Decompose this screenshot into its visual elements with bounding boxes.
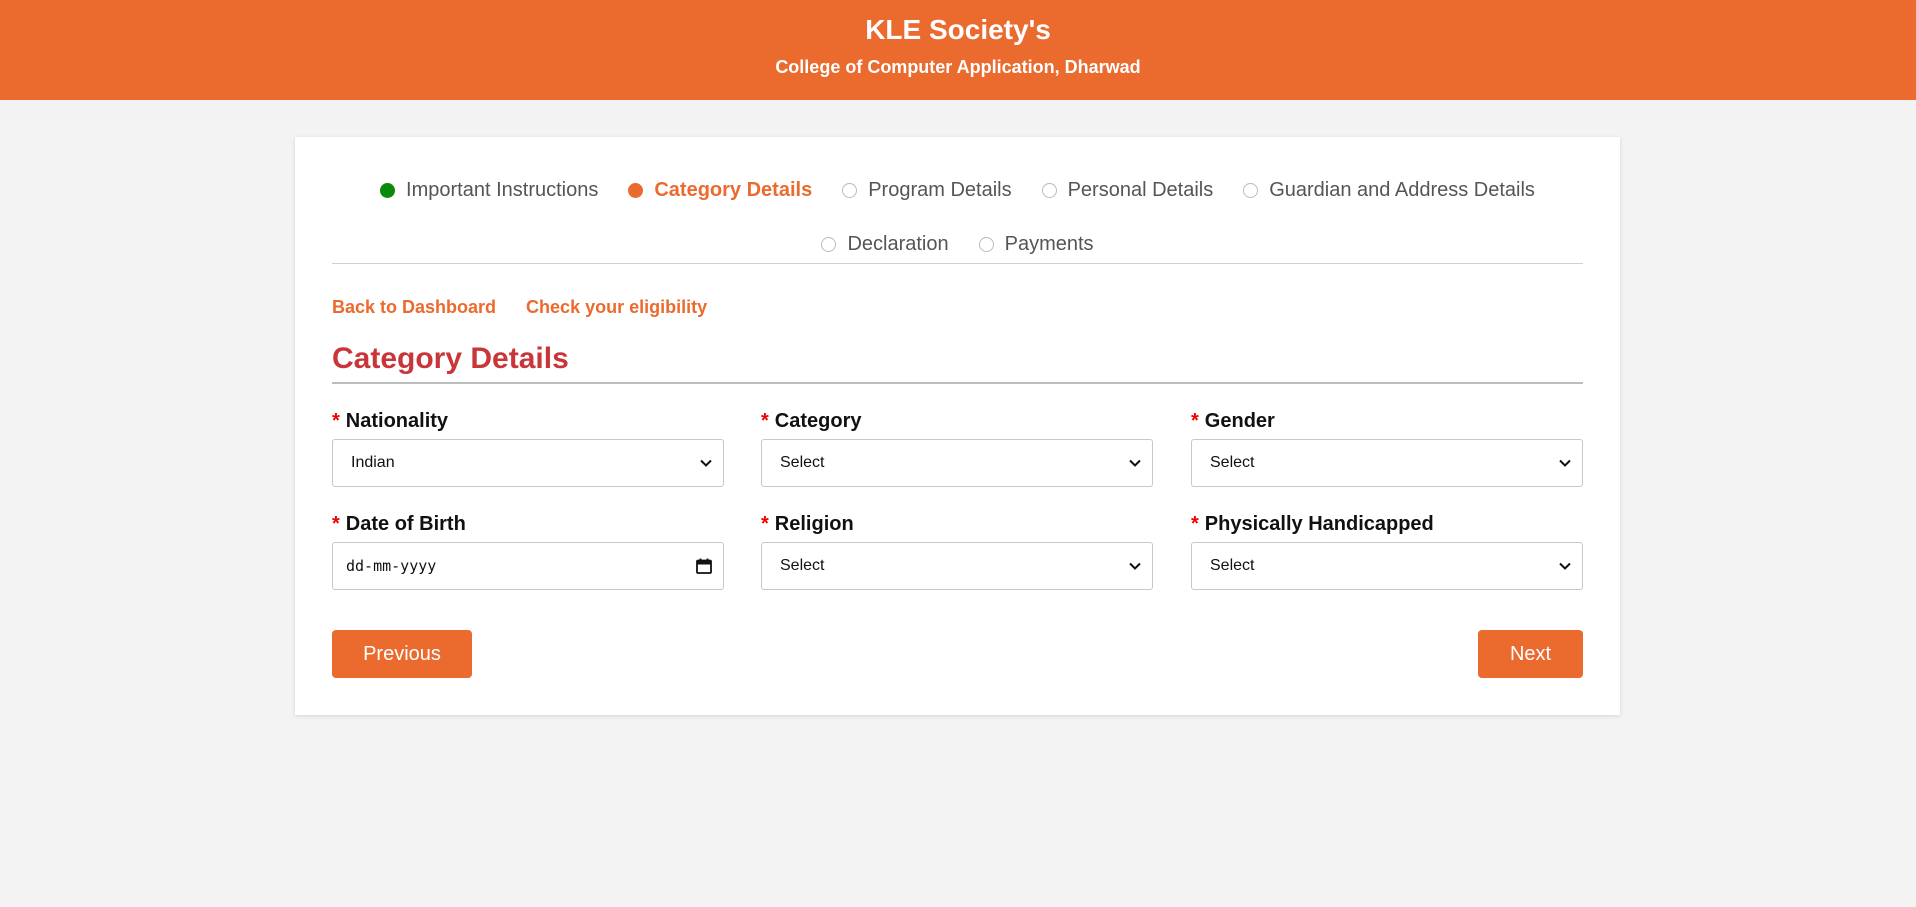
- chevron-down-icon: [1559, 459, 1571, 467]
- category-label-text: Category: [774, 410, 862, 432]
- physically-handicapped-label-text: Physically Handicapped: [1204, 513, 1434, 535]
- category-label: * Category: [761, 409, 1153, 433]
- quick-links: Back to Dashboard Check your eligibility: [332, 297, 737, 318]
- nationality-label: * Nationality: [332, 409, 724, 433]
- step-label: Program Details: [868, 178, 1012, 201]
- dob-placeholder: dd-mm-yyyy: [346, 557, 437, 575]
- step-label: Payments: [1004, 232, 1094, 255]
- religion-label-text: Religion: [774, 513, 854, 535]
- required-mark: *: [1191, 513, 1199, 535]
- step-important-instructions[interactable]: Important Instructions: [380, 179, 598, 202]
- step-declaration[interactable]: Declaration: [821, 232, 949, 256]
- dob-label-text: Date of Birth: [345, 513, 466, 535]
- step-done-icon: [380, 182, 396, 198]
- calendar-icon[interactable]: [695, 557, 713, 575]
- step-program-details[interactable]: Program Details: [842, 178, 1012, 202]
- religion-label: * Religion: [761, 512, 1153, 536]
- step-guardian-address-details[interactable]: Guardian and Address Details: [1243, 179, 1535, 202]
- chevron-down-icon: [700, 459, 712, 467]
- physically-handicapped-select[interactable]: Select: [1191, 542, 1583, 590]
- step-category-details[interactable]: Category Details: [628, 179, 812, 202]
- nationality-select[interactable]: Indian: [332, 439, 724, 487]
- chevron-down-icon: [1129, 562, 1141, 570]
- nationality-label-text: Nationality: [345, 410, 449, 432]
- step-pending-icon: [978, 236, 994, 252]
- form-card: Important Instructions Category Details …: [295, 137, 1620, 715]
- date-of-birth-input[interactable]: dd-mm-yyyy: [332, 542, 724, 590]
- required-mark: *: [332, 410, 340, 432]
- step-label: Personal Details: [1067, 178, 1214, 201]
- steps-divider: [332, 263, 1583, 264]
- back-to-dashboard-link[interactable]: Back to Dashboard: [332, 297, 496, 318]
- nationality-value: Indian: [351, 454, 395, 471]
- religion-value: Select: [780, 557, 825, 574]
- dob-field: * Date of Birth dd-mm-yyyy: [332, 512, 724, 590]
- step-label: Guardian and Address Details: [1269, 178, 1535, 201]
- step-label: Category Details: [654, 178, 813, 201]
- gender-field: * Gender Select: [1191, 409, 1583, 487]
- step-personal-details[interactable]: Personal Details: [1041, 178, 1214, 202]
- section-title: Category Details: [332, 342, 569, 375]
- chevron-down-icon: [1129, 459, 1141, 467]
- required-mark: *: [761, 410, 769, 432]
- category-value: Select: [780, 454, 825, 471]
- gender-label: * Gender: [1191, 409, 1583, 433]
- physically-handicapped-field: * Physically Handicapped Select: [1191, 512, 1583, 590]
- step-pending-icon: [821, 236, 837, 252]
- physically-handicapped-value: Select: [1210, 557, 1255, 574]
- next-button[interactable]: Next: [1478, 630, 1583, 678]
- previous-button[interactable]: Previous: [332, 630, 472, 678]
- step-label: Important Instructions: [406, 178, 599, 201]
- category-select[interactable]: Select: [761, 439, 1153, 487]
- required-mark: *: [332, 513, 340, 535]
- nationality-field: * Nationality Indian: [332, 409, 724, 487]
- dob-label: * Date of Birth: [332, 512, 724, 536]
- required-mark: *: [761, 513, 769, 535]
- step-pending-icon: [1041, 182, 1057, 198]
- step-active-icon: [628, 182, 644, 198]
- step-pending-icon: [842, 182, 858, 198]
- progress-steps-row-1: Important Instructions Category Details …: [332, 175, 1583, 205]
- religion-field: * Religion Select: [761, 512, 1153, 590]
- college-subtitle: College of Computer Application, Dharwad: [775, 57, 1141, 77]
- step-pending-icon: [1243, 182, 1259, 198]
- step-label: Declaration: [847, 232, 949, 255]
- section-divider: [332, 382, 1583, 384]
- gender-select[interactable]: Select: [1191, 439, 1583, 487]
- category-field: * Category Select: [761, 409, 1153, 487]
- check-eligibility-link[interactable]: Check your eligibility: [526, 297, 707, 318]
- religion-select[interactable]: Select: [761, 542, 1153, 590]
- step-payments[interactable]: Payments: [978, 232, 1094, 256]
- chevron-down-icon: [1559, 562, 1571, 570]
- header-bar: KLE Society's College of Computer Applic…: [0, 0, 1916, 100]
- progress-steps-row-2: Declaration Payments: [332, 229, 1583, 259]
- required-mark: *: [1191, 410, 1199, 432]
- physically-handicapped-label: * Physically Handicapped: [1191, 512, 1583, 536]
- society-title: KLE Society's: [865, 14, 1051, 45]
- gender-value: Select: [1210, 454, 1255, 471]
- gender-label-text: Gender: [1204, 410, 1275, 432]
